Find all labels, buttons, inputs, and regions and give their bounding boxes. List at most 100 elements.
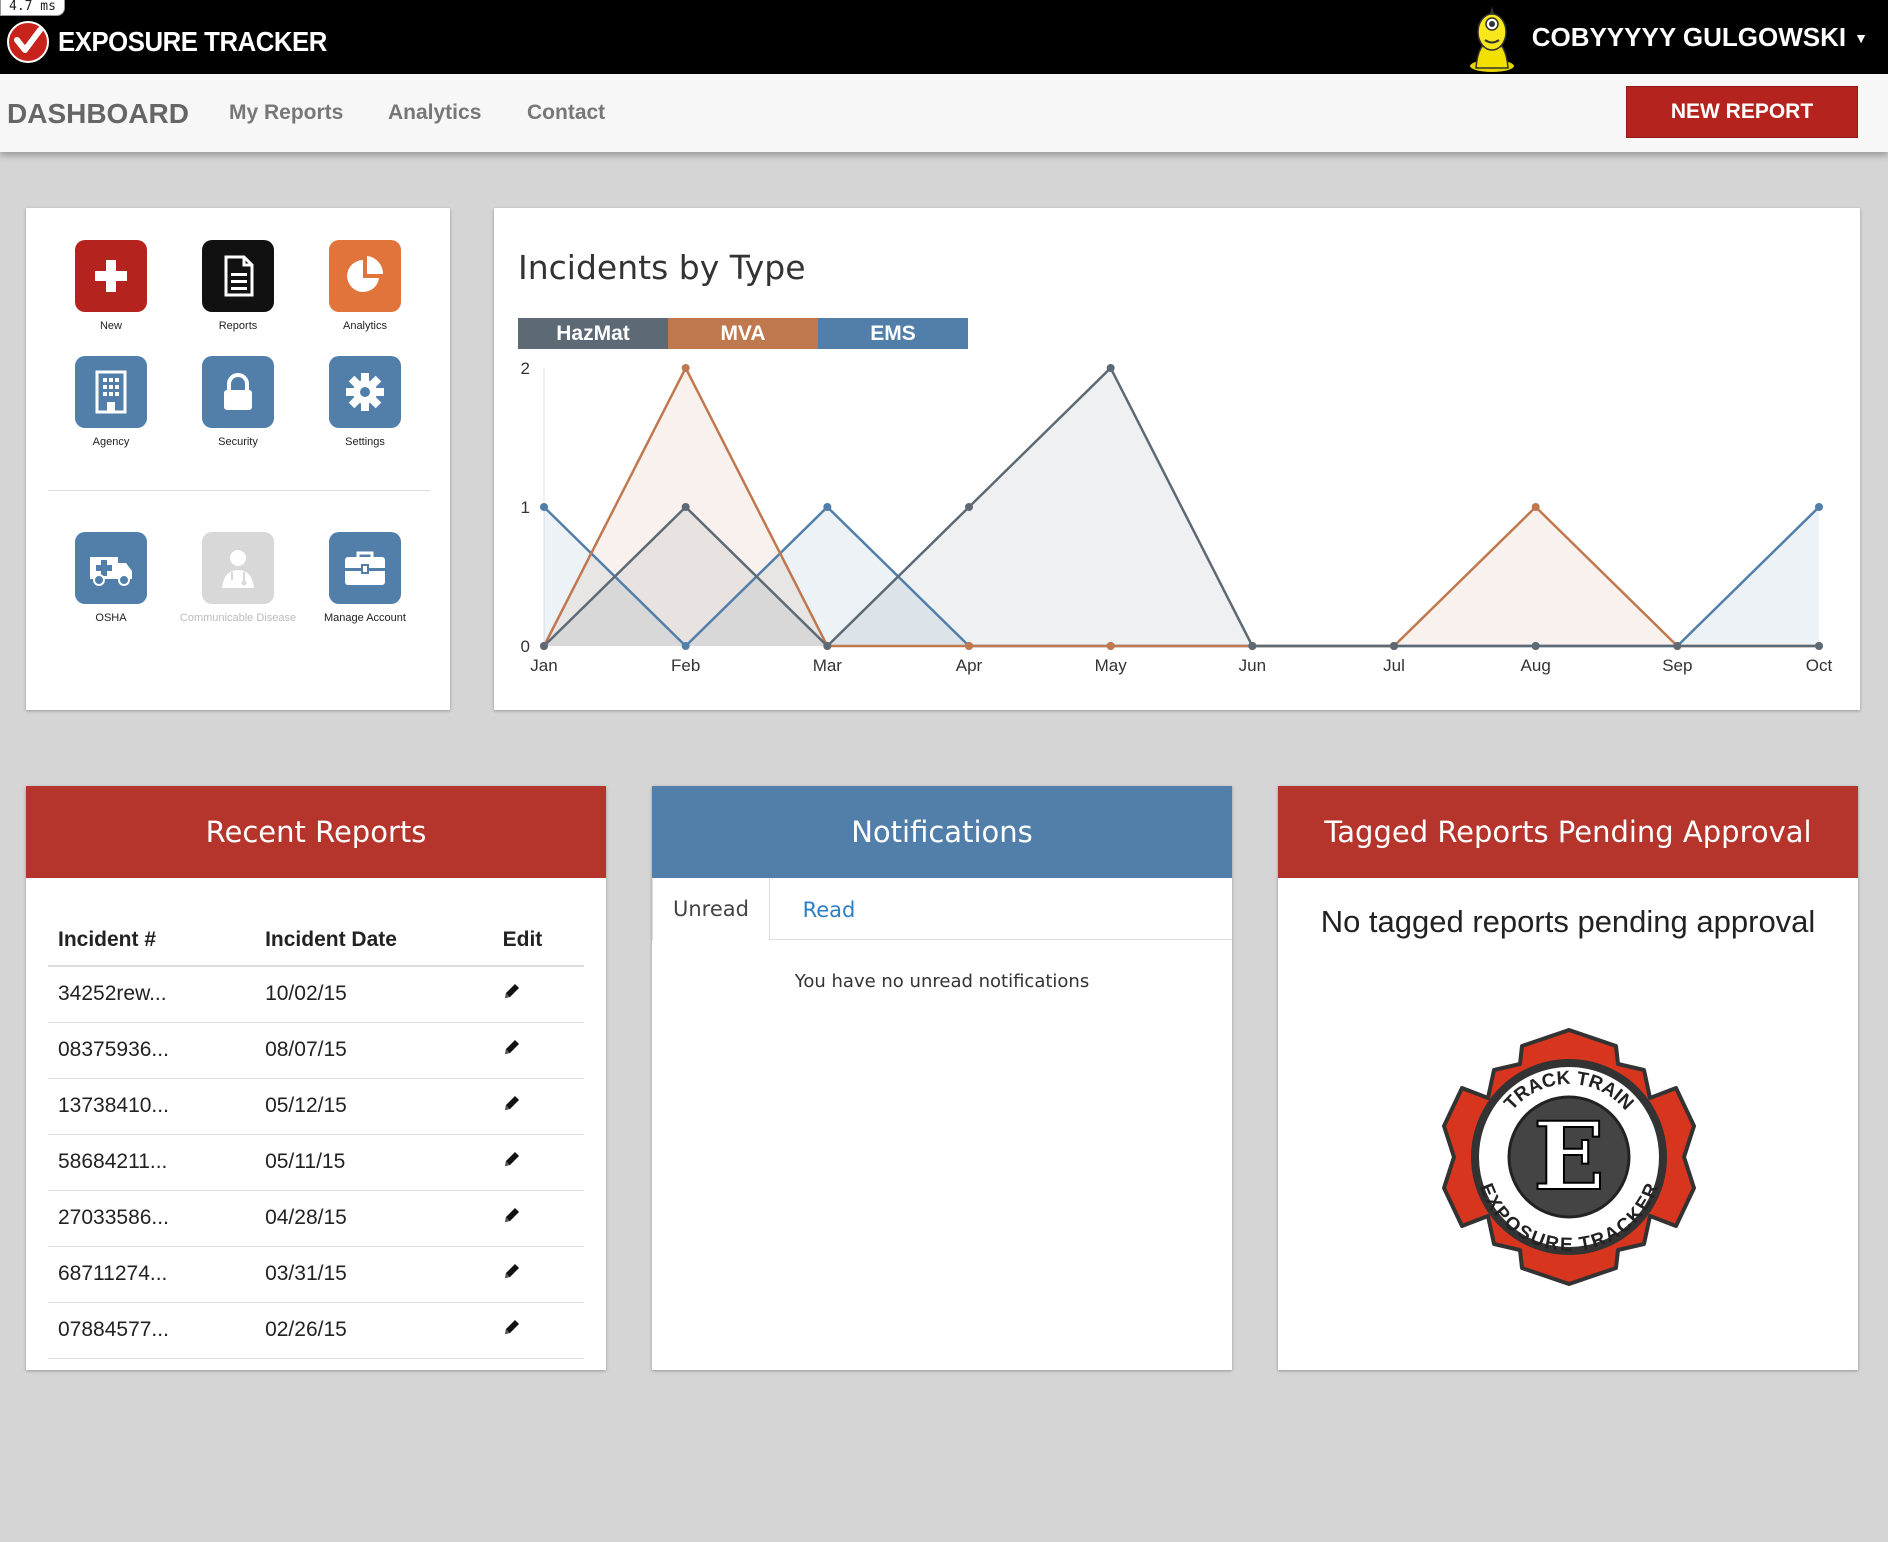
- launch-osha[interactable]: OSHA: [48, 532, 174, 626]
- nav-analytics[interactable]: Analytics: [388, 101, 481, 125]
- incident-number: 07884577...: [48, 1302, 256, 1359]
- edit-button[interactable]: [492, 1302, 584, 1359]
- launch-security[interactable]: Security: [175, 356, 301, 450]
- data-point-mva: [1106, 642, 1115, 650]
- table-header-row: Incident # Incident Date Edit: [48, 914, 584, 967]
- notifications-header: Notifications: [652, 786, 1232, 878]
- data-point-mva: [965, 642, 973, 650]
- data-point-hazmat: [1531, 642, 1540, 650]
- launch-label: Settings: [345, 436, 385, 448]
- launch-agency[interactable]: Agency: [48, 356, 174, 450]
- y-tick-label: 0: [521, 637, 530, 656]
- data-point-hazmat: [1390, 642, 1398, 650]
- data-point-hazmat: [1248, 642, 1257, 650]
- column-header: Edit: [492, 914, 584, 967]
- pencil-icon: [504, 1264, 519, 1278]
- badge-letter: E: [1533, 1102, 1605, 1212]
- chart-legend: HazMat MVA EMS: [518, 318, 968, 349]
- table-row: 58684211... 05/11/15: [48, 1134, 584, 1191]
- launch-manage-account[interactable]: Manage Account: [302, 532, 428, 626]
- top-bar: 4.7 ms EXPOSURE TRACKER COBYYYYY GULGOWS…: [0, 0, 1888, 74]
- legend-ems[interactable]: EMS: [818, 318, 968, 349]
- chevron-down-icon: ▼: [1854, 30, 1868, 46]
- launch-label: New: [99, 320, 122, 332]
- data-point-hazmat: [540, 642, 548, 650]
- data-point-mva: [681, 364, 690, 372]
- launch-label: Security: [218, 436, 258, 448]
- launch-label: Agency: [92, 436, 130, 448]
- tab-read[interactable]: Read: [770, 878, 888, 941]
- recent-reports-table: Incident # Incident Date Edit 34252rew..…: [48, 914, 584, 1359]
- nav-contact[interactable]: Contact: [527, 101, 605, 125]
- launch-settings[interactable]: Settings: [302, 356, 428, 450]
- quick-launch-panel: New Reports Analytics Agency Security Se…: [26, 208, 450, 710]
- tagged-reports-header: Tagged Reports Pending Approval: [1278, 786, 1858, 878]
- table-row: 34252rew... 10/02/15: [48, 966, 584, 1023]
- legend-mva[interactable]: MVA: [668, 318, 818, 349]
- x-tick-label: Jan: [530, 656, 557, 675]
- incident-date: 10/02/15: [255, 966, 493, 1023]
- data-point-hazmat: [823, 642, 832, 650]
- incident-date: 04/28/15: [255, 1190, 493, 1247]
- data-point-ems: [681, 642, 690, 650]
- new-report-button[interactable]: NEW REPORT: [1626, 86, 1858, 138]
- x-tick-label: Oct: [1806, 656, 1833, 675]
- launch-label: Analytics: [342, 320, 388, 332]
- x-tick-label: Jul: [1383, 656, 1405, 675]
- legend-hazmat[interactable]: HazMat: [518, 318, 668, 349]
- user-name: COBYYYYY GULGOWSKI: [1531, 21, 1847, 52]
- x-tick-label: May: [1095, 656, 1128, 675]
- tagged-empty-message: No tagged reports pending approval: [1320, 904, 1816, 939]
- data-point-hazmat: [681, 503, 690, 511]
- data-point-ems: [823, 503, 832, 511]
- edit-button[interactable]: [492, 1078, 584, 1135]
- data-point-ems: [1815, 503, 1823, 511]
- brand[interactable]: EXPOSURE TRACKER: [4, 18, 350, 66]
- lock-icon: [202, 356, 274, 428]
- debug-timing: 4.7 ms: [0, 0, 65, 16]
- y-tick-label: 1: [521, 498, 530, 517]
- incidents-chart-panel: 0 1 2 Jan Feb Mar Apr May Jun Jul Aug Sep Oct Incide…: [494, 208, 1860, 710]
- launch-communicable-disease: Communicable Disease: [175, 532, 301, 626]
- app-logo-icon: [7, 21, 49, 63]
- app-title: EXPOSURE TRACKER: [58, 26, 327, 57]
- page-title: DASHBOARD: [7, 98, 189, 129]
- edit-button[interactable]: [492, 1134, 584, 1191]
- data-point-hazmat: [1673, 642, 1682, 650]
- edit-button[interactable]: [492, 1246, 584, 1303]
- document-icon: [202, 240, 274, 312]
- gear-icon: [329, 356, 401, 428]
- edit-button[interactable]: [492, 1022, 584, 1079]
- launch-reports[interactable]: Reports: [175, 240, 301, 334]
- x-tick-label: Mar: [813, 656, 843, 675]
- nav-bar: DASHBOARD My Reports Analytics Contact N…: [0, 74, 1888, 152]
- incident-number: 58684211...: [48, 1134, 256, 1191]
- chart-title: Incidents by Type: [518, 248, 806, 287]
- edit-button[interactable]: [492, 1190, 584, 1247]
- launch-label: OSHA: [95, 612, 127, 624]
- notifications-panel: Notifications Unread Read You have no un…: [652, 786, 1232, 1370]
- pie-chart-icon: [329, 240, 401, 312]
- notifications-empty-message: You have no unread notifications: [794, 971, 1090, 992]
- x-tick-label: Aug: [1521, 656, 1551, 675]
- launch-analytics[interactable]: Analytics: [302, 240, 428, 334]
- x-tick-label: Apr: [956, 656, 983, 675]
- y-tick-label: 2: [521, 359, 530, 378]
- pencil-icon: [504, 1208, 519, 1222]
- edit-button[interactable]: [492, 966, 584, 1023]
- nav-my-reports[interactable]: My Reports: [229, 101, 343, 125]
- data-point-hazmat: [965, 503, 973, 511]
- table-row: 07884577... 02/26/15: [48, 1302, 584, 1359]
- user-menu[interactable]: COBYYYYY GULGOWSKI ▼: [1464, 0, 1868, 74]
- incident-number: 08375936...: [48, 1022, 256, 1079]
- building-icon: [75, 356, 147, 428]
- table-row: 08375936... 08/07/15: [48, 1022, 584, 1079]
- pencil-icon: [504, 1040, 519, 1054]
- launch-new[interactable]: New: [48, 240, 174, 334]
- pencil-icon: [504, 1152, 519, 1166]
- data-point-hazmat: [1106, 364, 1115, 372]
- tagged-reports-panel: Tagged Reports Pending Approval No tagge…: [1278, 786, 1858, 1370]
- recent-reports-header: Recent Reports: [26, 786, 606, 878]
- incident-number: 13738410...: [48, 1078, 256, 1135]
- tab-unread[interactable]: Unread: [652, 878, 770, 941]
